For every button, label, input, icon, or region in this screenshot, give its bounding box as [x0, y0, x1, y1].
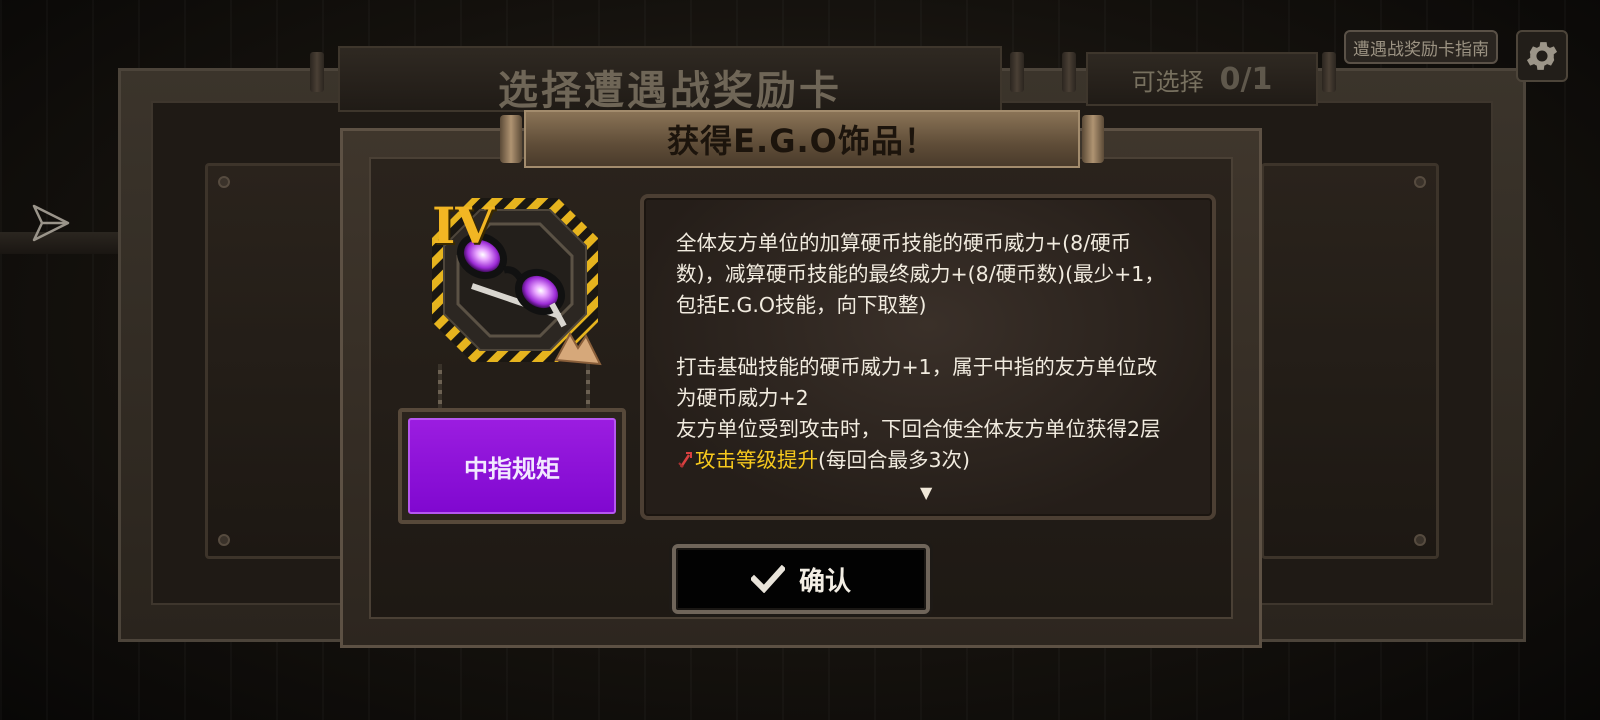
- description-paragraph: 友方单位受到攻击时，下回合使全体友方单位获得2层攻击等级提升(每回合最多3次): [676, 414, 1176, 476]
- chain: [586, 364, 590, 408]
- keyword-attack-up[interactable]: 攻击等级提升: [695, 448, 818, 472]
- title-pipe-cap: [1082, 115, 1104, 163]
- confirm-button[interactable]: 确认: [672, 544, 930, 614]
- selection-counter-label: 可选择: [1131, 67, 1204, 96]
- item-name: 中指规矩: [408, 418, 616, 514]
- title-pipe-cap: [500, 115, 522, 163]
- pipe-cap: [310, 52, 324, 92]
- settings-button[interactable]: [1516, 30, 1568, 82]
- bolt: [1414, 534, 1426, 546]
- chain: [438, 364, 442, 408]
- confirm-label: 确认: [798, 566, 851, 597]
- background-title-bar: 选择遭遇战奖励卡: [338, 46, 1002, 114]
- pipe-cap: [1062, 52, 1076, 92]
- pipe-cap: [1322, 52, 1336, 92]
- description-prefix: 友方单位受到攻击时，下回合使全体友方单位获得2层: [676, 417, 1161, 441]
- bolt: [218, 176, 230, 188]
- send-arrow-icon[interactable]: [30, 202, 72, 244]
- reward-guide-button[interactable]: 遭遇战奖励卡指南: [1344, 30, 1498, 64]
- description-paragraph: 全体友方单位的加算硬币技能的硬币威力+(8/硬币数)，减算硬币技能的最终威力+(…: [676, 231, 1165, 317]
- tier-badge: IV: [432, 196, 495, 255]
- attack-up-icon: [678, 452, 692, 468]
- selection-counter-value: 0/1: [1219, 61, 1273, 97]
- description-text: 全体友方单位的加算硬币技能的硬币威力+(8/硬币数)，减算硬币技能的最终威力+(…: [676, 228, 1176, 476]
- description-paragraph: 打击基础技能的硬币威力+1，属于中指的友方单位改为硬币威力+2: [676, 355, 1158, 410]
- reward-card-slot-right[interactable]: [1261, 163, 1439, 559]
- bolt: [1414, 176, 1426, 188]
- scroll-down-indicator[interactable]: ▼: [920, 483, 932, 502]
- selection-counter: 可选择 0/1: [1086, 52, 1318, 106]
- background-title: 选择遭遇战奖励卡: [498, 68, 842, 114]
- pipe-cap: [1010, 52, 1024, 92]
- dialog-title: 获得E.G.O饰品！: [667, 122, 937, 160]
- description-suffix: (每回合最多3次): [818, 448, 971, 472]
- item-name-plate: 中指规矩: [398, 408, 626, 524]
- description-panel[interactable]: 全体友方单位的加算硬币技能的硬币威力+(8/硬币数)，减算硬币技能的最终威力+(…: [640, 194, 1216, 520]
- bolt: [218, 534, 230, 546]
- checkmark-icon: [750, 565, 785, 593]
- dialog-title-bar: 获得E.G.O饰品！: [524, 110, 1080, 168]
- gear-icon: [1526, 42, 1558, 70]
